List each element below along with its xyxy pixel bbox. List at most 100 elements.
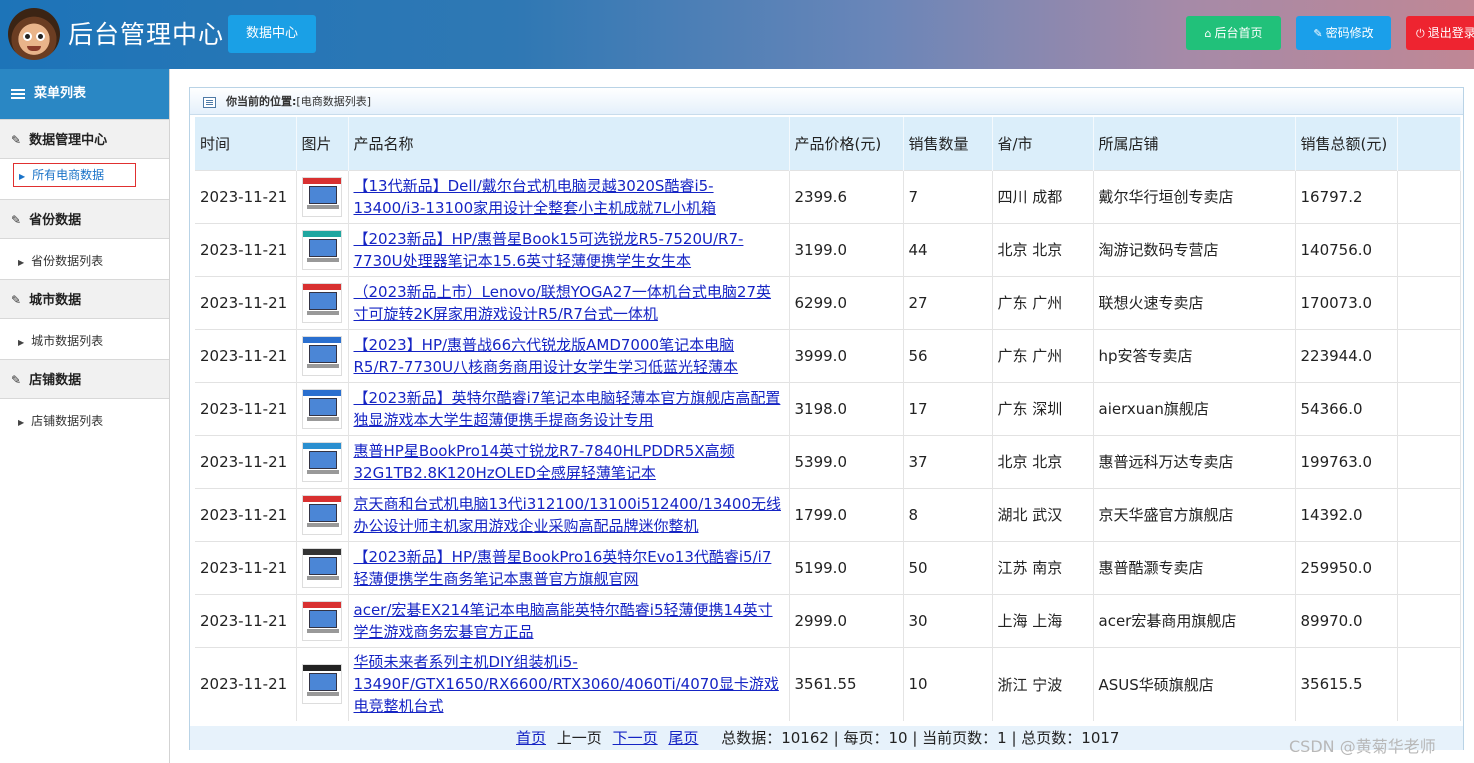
menu-list-icon	[11, 87, 25, 101]
sidebar-group-body: ▶ 所有电商数据	[0, 159, 169, 199]
product-name-link[interactable]: 【13代新品】Dell/戴尔台式机电脑灵越3020S酷睿i5-13400/i3-…	[354, 175, 789, 219]
column-header[interactable]: 图片	[296, 117, 349, 170]
sidebar: 菜单列表 ✎ 数据管理中心 ▶ 所有电商数据 ✎ 省份数据 ▶ 省份数据列表 ✎ 城市数据…	[0, 69, 170, 763]
data-center-button[interactable]: 数据中心	[228, 15, 316, 53]
top-header: 后台管理中心 数据中心 ⌂ 后台首页 ✎ 密码修改 ⏻ 退出登录	[0, 0, 1474, 69]
product-name-link[interactable]: 京天商和台式机电脑13代i312100/13100i512400/13400无线…	[354, 493, 789, 537]
product-name-link[interactable]: 【2023新品】英特尔酷睿i7笔记本电脑轻薄本官方旗舰店高配置独显游戏本大学生超…	[354, 387, 789, 431]
product-name-link[interactable]: acer/宏碁EX214笔记本电脑高能英特尔酷睿i5轻薄便携14英寸学生游戏商务…	[354, 599, 789, 643]
breadcrumb-prefix: 你当前的位置:	[226, 95, 297, 108]
group-title: 省份数据	[29, 213, 82, 228]
product-thumbnail[interactable]	[301, 176, 342, 217]
sidebar-item-label: 城市数据列表	[31, 334, 104, 348]
pagination-stats: 总数据：10162 | 每页：10 | 当前页数：1 | 总页数：1017	[721, 729, 1120, 747]
cell-price: 3999.0	[789, 328, 904, 382]
table-row: 2023-11-21 【2023新品】HP/惠普星BookPro16英特尔Evo1…	[195, 540, 1461, 594]
column-header[interactable]: 销售数量	[903, 117, 993, 170]
cell-filler	[1397, 381, 1461, 435]
sidebar-item-city-list[interactable]: ▶ 城市数据列表	[18, 332, 103, 349]
cell-price: 3561.55	[789, 646, 904, 721]
sidebar-group-body: ▶ 店铺数据列表	[0, 399, 169, 439]
edit-icon: ✎	[11, 133, 22, 147]
cell-filler	[1397, 275, 1461, 329]
caret-right-icon: ▶	[18, 418, 25, 427]
cell-image	[296, 328, 349, 382]
column-header[interactable]: 所属店铺	[1093, 117, 1296, 170]
cell-price: 6299.0	[789, 275, 904, 329]
edit-icon: ✎	[11, 293, 22, 307]
product-name-link[interactable]: （2023新品上市）Lenovo/联想YOGA27一体机台式电脑27英寸可旋转2…	[354, 281, 789, 325]
product-thumbnail[interactable]	[301, 494, 342, 535]
home-button[interactable]: ⌂ 后台首页	[1186, 16, 1281, 50]
cell-qty: 17	[903, 381, 993, 435]
sidebar-group-data-center[interactable]: ✎ 数据管理中心	[0, 119, 169, 159]
sidebar-group-shop[interactable]: ✎ 店铺数据	[0, 359, 169, 399]
column-header[interactable]: 时间	[195, 117, 297, 170]
home-label: 后台首页	[1214, 26, 1263, 40]
cell-image	[296, 487, 349, 541]
column-header[interactable]: 产品价格(元)	[789, 117, 904, 170]
cell-region: 浙江 宁波	[992, 646, 1094, 721]
cell-name: acer/宏碁EX214笔记本电脑高能英特尔酷睿i5轻薄便携14英寸学生游戏商务…	[348, 593, 790, 647]
product-name-link[interactable]: 【2023新品】HP/惠普星Book15可选锐龙R5-7520U/R7-7730…	[354, 228, 789, 272]
cell-qty: 30	[903, 593, 993, 647]
breadcrumb-current: [电商数据列表]	[296, 95, 371, 108]
prev-page-link[interactable]: 上一页	[557, 729, 602, 747]
table-row: 2023-11-21 acer/宏碁EX214笔记本电脑高能英特尔酷睿i5轻薄便携…	[195, 593, 1461, 647]
column-header[interactable]: 省/市	[992, 117, 1094, 170]
product-thumbnail[interactable]	[301, 547, 342, 588]
sidebar-group-city[interactable]: ✎ 城市数据	[0, 279, 169, 319]
product-thumbnail[interactable]	[301, 229, 342, 270]
app-title: 后台管理中心	[68, 20, 225, 49]
sidebar-item-label: 省份数据列表	[31, 254, 104, 268]
sidebar-item-province-list[interactable]: ▶ 省份数据列表	[18, 252, 103, 269]
cell-time: 2023-11-21	[195, 169, 297, 223]
cell-price: 3198.0	[789, 381, 904, 435]
cell-filler	[1397, 434, 1461, 488]
next-page-link[interactable]: 下一页	[613, 729, 658, 747]
sidebar-item-shop-list[interactable]: ▶ 店铺数据列表	[18, 412, 103, 429]
sidebar-item-all-ecommerce-data[interactable]: ▶ 所有电商数据	[13, 163, 136, 187]
product-name-link[interactable]: 【2023新品】HP/惠普星BookPro16英特尔Evo13代酷睿i5/i7轻…	[354, 546, 789, 590]
cell-image	[296, 381, 349, 435]
change-password-button[interactable]: ✎ 密码修改	[1296, 16, 1391, 50]
product-name-link[interactable]: 华硕未来者系列主机DIY组装机i5-13490F/GTX1650/RX6600/…	[354, 651, 789, 717]
caret-right-icon: ▶	[18, 258, 25, 267]
menu-header: 菜单列表	[0, 69, 169, 119]
cell-image	[296, 222, 349, 276]
sidebar-group-province[interactable]: ✎ 省份数据	[0, 199, 169, 239]
cell-price: 2999.0	[789, 593, 904, 647]
column-header[interactable]: 产品名称	[348, 117, 790, 170]
cell-qty: 7	[903, 169, 993, 223]
product-name-link[interactable]: 惠普HP星BookPro14英寸锐龙R7-7840HLPDDR5X高频32G1T…	[354, 440, 789, 484]
cell-shop: aierxuan旗舰店	[1093, 381, 1296, 435]
product-thumbnail[interactable]	[301, 664, 342, 705]
table-row: 2023-11-21 【13代新品】Dell/戴尔台式机电脑灵越3020S酷睿i5…	[195, 169, 1461, 223]
product-thumbnail[interactable]	[301, 388, 342, 429]
cell-total: 14392.0	[1295, 487, 1398, 541]
logout-button[interactable]: ⏻ 退出登录	[1406, 16, 1474, 50]
cell-filler	[1397, 593, 1461, 647]
cell-name: （2023新品上市）Lenovo/联想YOGA27一体机台式电脑27英寸可旋转2…	[348, 275, 790, 329]
cell-region: 江苏 南京	[992, 540, 1094, 594]
product-thumbnail[interactable]	[301, 441, 342, 482]
first-page-link[interactable]: 首页	[516, 729, 546, 747]
column-header[interactable]: 销售总额(元)	[1295, 117, 1398, 170]
cell-price: 1799.0	[789, 487, 904, 541]
product-thumbnail[interactable]	[301, 282, 342, 323]
table-row: 2023-11-21 （2023新品上市）Lenovo/联想YOGA27一体机台式…	[195, 275, 1461, 329]
product-thumbnail[interactable]	[301, 335, 342, 376]
cell-name: 京天商和台式机电脑13代i312100/13100i512400/13400无线…	[348, 487, 790, 541]
product-name-link[interactable]: 【2023】HP/惠普战66六代锐龙版AMD7000笔记本电脑R5/R7-773…	[354, 334, 789, 378]
cell-name: 【2023新品】HP/惠普星Book15可选锐龙R5-7520U/R7-7730…	[348, 222, 790, 276]
cell-total: 140756.0	[1295, 222, 1398, 276]
cell-shop: 惠普远科万达专卖店	[1093, 434, 1296, 488]
cell-region: 广东 广州	[992, 275, 1094, 329]
product-thumbnail[interactable]	[301, 600, 342, 641]
cell-image	[296, 169, 349, 223]
cell-time: 2023-11-21	[195, 328, 297, 382]
cell-shop: acer宏碁商用旗舰店	[1093, 593, 1296, 647]
password-label: 密码修改	[1325, 26, 1374, 40]
last-page-link[interactable]: 尾页	[668, 729, 698, 747]
cell-filler	[1397, 487, 1461, 541]
